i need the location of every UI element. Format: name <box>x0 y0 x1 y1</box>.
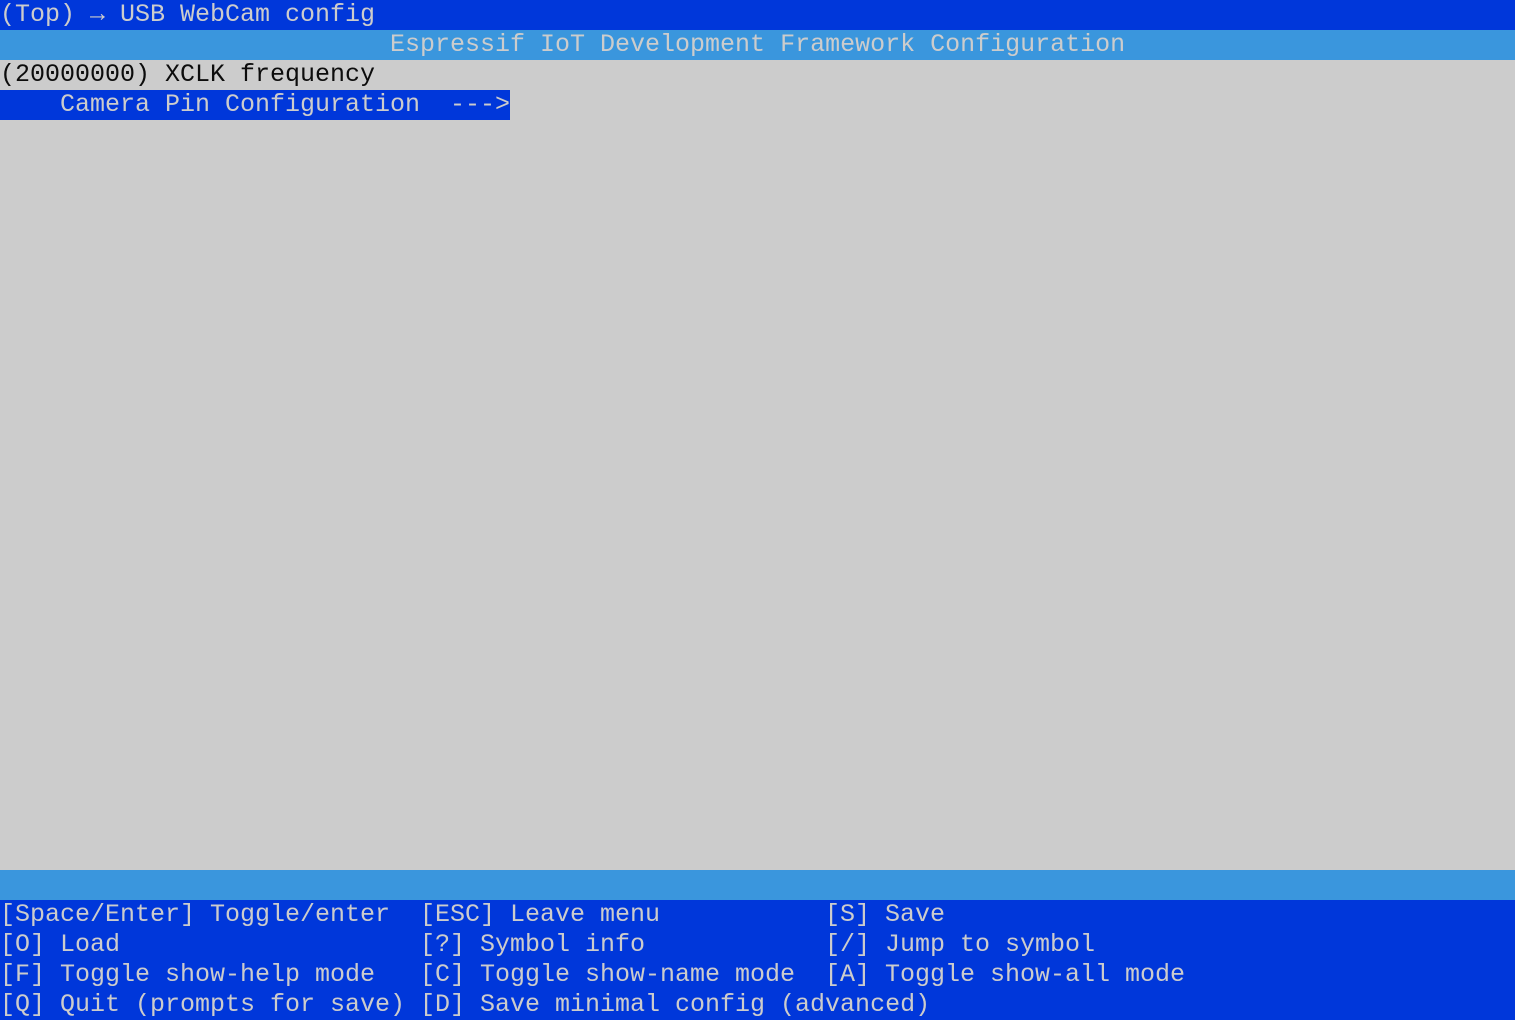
help-key: [A] <box>825 960 871 989</box>
help-action: Jump to symbol <box>885 930 1096 959</box>
breadcrumb-current: USB WebCam config <box>120 0 376 29</box>
help-action: Symbol info <box>480 930 646 959</box>
help-key: [Space/Enter] <box>0 900 196 929</box>
help-key: [Q] <box>0 990 46 1019</box>
help-action: Load <box>60 930 121 959</box>
breadcrumb-arrow-icon: → <box>90 0 106 29</box>
help-key: [ESC] <box>420 900 496 929</box>
help-action: Leave menu <box>510 900 661 929</box>
menu-item-value: (20000000) <box>0 60 151 89</box>
menu-item-label: Camera Pin Configuration <box>60 90 421 119</box>
menu-item-xclk-frequency[interactable]: (20000000) XCLK frequency <box>0 60 1515 90</box>
submenu-arrow-icon: ---> <box>450 90 511 119</box>
page-title: Espressif IoT Development Framework Conf… <box>390 30 1126 59</box>
title-bar: Espressif IoT Development Framework Conf… <box>0 30 1515 60</box>
help-action: Save minimal config (advanced) <box>480 990 931 1019</box>
help-key: [D] <box>420 990 466 1019</box>
help-key: [S] <box>825 900 871 929</box>
menu-item-camera-pin-configuration[interactable]: Camera Pin Configuration ---> <box>0 90 510 120</box>
help-key: [C] <box>420 960 466 989</box>
help-key: [O] <box>0 930 46 959</box>
help-panel: [Space/Enter] Toggle/enter [ESC] Leave menu… <box>0 900 1515 1020</box>
help-action: Save <box>885 900 946 929</box>
help-key: [/] <box>825 930 871 959</box>
breadcrumb: (Top) → USB WebCam config <box>0 0 1515 30</box>
help-separator-bar <box>0 870 1515 900</box>
menu-item-label: XCLK frequency <box>165 60 376 89</box>
help-key: [F] <box>0 960 46 989</box>
help-action: Toggle/enter <box>210 900 391 929</box>
help-action: Toggle show-all mode <box>885 960 1186 989</box>
help-action: Quit (prompts for save) <box>60 990 406 1019</box>
help-key: [?] <box>420 930 466 959</box>
breadcrumb-root[interactable]: (Top) <box>0 0 75 30</box>
help-action: Toggle show-name mode <box>480 960 796 989</box>
help-action: Toggle show-help mode <box>60 960 376 989</box>
